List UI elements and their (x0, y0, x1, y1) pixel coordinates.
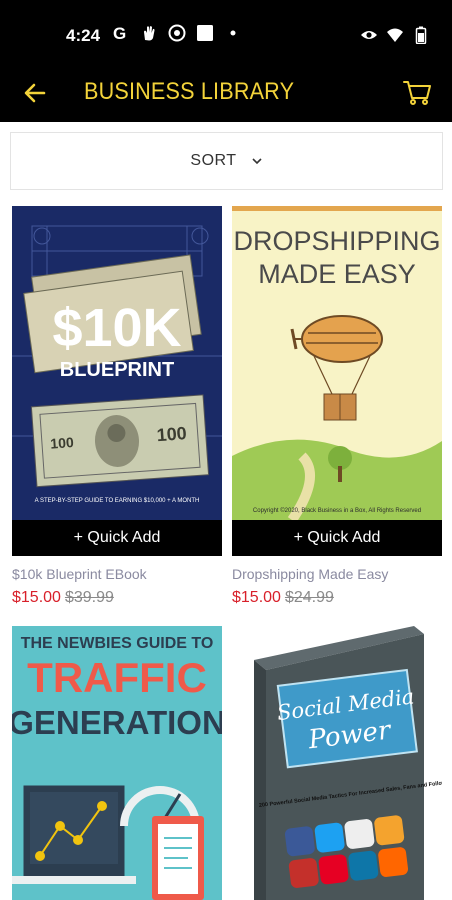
original-price: $24.99 (284, 589, 334, 606)
product-price: $15.00 $39.99 (12, 589, 114, 607)
product-cover[interactable]: DROPSHIPPING MADE EASY Copyright ©2020, … (232, 206, 442, 556)
product-cover[interactable]: THE NEWBIES GUIDE TO TRAFFIC GENERATION (12, 626, 222, 900)
product-cover[interactable]: $10K BLUEPRINT 100 100 A STEP-BY-STEP GU… (12, 206, 222, 556)
product-price: $15.00 $24.99 (232, 589, 334, 607)
cover-copyright: Copyright ©2020, Black Business in a Box… (253, 507, 421, 514)
dot-icon (224, 24, 242, 42)
quick-add-button[interactable]: + Quick Add (232, 520, 442, 556)
sort-dropdown[interactable]: SORT (10, 132, 443, 190)
ebook-cover-image: Social Media Power 200 Powerful Social M… (232, 626, 442, 900)
product-card[interactable]: $10K BLUEPRINT 100 100 A STEP-BY-STEP GU… (12, 206, 222, 616)
original-price: $39.99 (64, 589, 114, 606)
notification-icons: G (112, 24, 242, 42)
wifi-icon (386, 26, 404, 44)
back-button[interactable] (20, 78, 50, 108)
cover-subline: BLUEPRINT (60, 359, 174, 381)
product-card[interactable]: THE NEWBIES GUIDE TO TRAFFIC GENERATION (12, 626, 222, 900)
product-card[interactable]: Social Media Power 200 Powerful Social M… (232, 626, 442, 900)
svg-text:100: 100 (156, 423, 187, 445)
cover-line-1: DROPSHIPPING (233, 226, 440, 256)
status-time: 4:24 (66, 26, 101, 45)
square-icon (196, 24, 214, 42)
cover-line-2: TRAFFIC (27, 654, 207, 701)
google-icon: G (112, 24, 130, 42)
sort-label: SORT (190, 152, 237, 169)
svg-text:G: G (113, 24, 126, 42)
status-bar: 4:24 G (0, 0, 452, 70)
sale-price: $15.00 (232, 589, 281, 606)
page-title: BUSINESS LIBRARY (84, 78, 295, 105)
ebook-cover-image: DROPSHIPPING MADE EASY Copyright ©2020, … (232, 206, 442, 523)
cover-headline: $10K (52, 298, 181, 358)
cover-line-1: THE NEWBIES GUIDE TO (21, 635, 214, 652)
chrome-icon (168, 24, 186, 42)
eye-icon (360, 26, 378, 44)
cart-icon (403, 81, 431, 105)
battery-icon (412, 26, 430, 44)
cart-button[interactable] (400, 75, 434, 109)
cover-tagline: A STEP-BY-STEP GUIDE TO EARNING $10,000 … (35, 498, 200, 504)
cover-line-3: GENERATION (12, 704, 222, 741)
sale-price: $15.00 (12, 589, 61, 606)
hand-icon (140, 24, 158, 42)
system-icons (360, 26, 430, 44)
ebook-cover-image: $10K BLUEPRINT 100 100 A STEP-BY-STEP GU… (12, 206, 222, 520)
app-bar: BUSINESS LIBRARY (0, 70, 452, 122)
product-cover[interactable]: Social Media Power 200 Powerful Social M… (232, 626, 442, 900)
ebook-cover-image: THE NEWBIES GUIDE TO TRAFFIC GENERATION (12, 626, 222, 900)
product-card[interactable]: DROPSHIPPING MADE EASY Copyright ©2020, … (232, 206, 442, 616)
quick-add-button[interactable]: + Quick Add (12, 520, 222, 556)
product-name[interactable]: $10k Blueprint EBook (12, 566, 147, 582)
chevron-down-icon (251, 155, 263, 167)
svg-text:100: 100 (50, 434, 75, 452)
arrow-left-icon (24, 83, 46, 103)
cover-line-2: MADE EASY (258, 259, 416, 289)
product-name[interactable]: Dropshipping Made Easy (232, 566, 388, 582)
